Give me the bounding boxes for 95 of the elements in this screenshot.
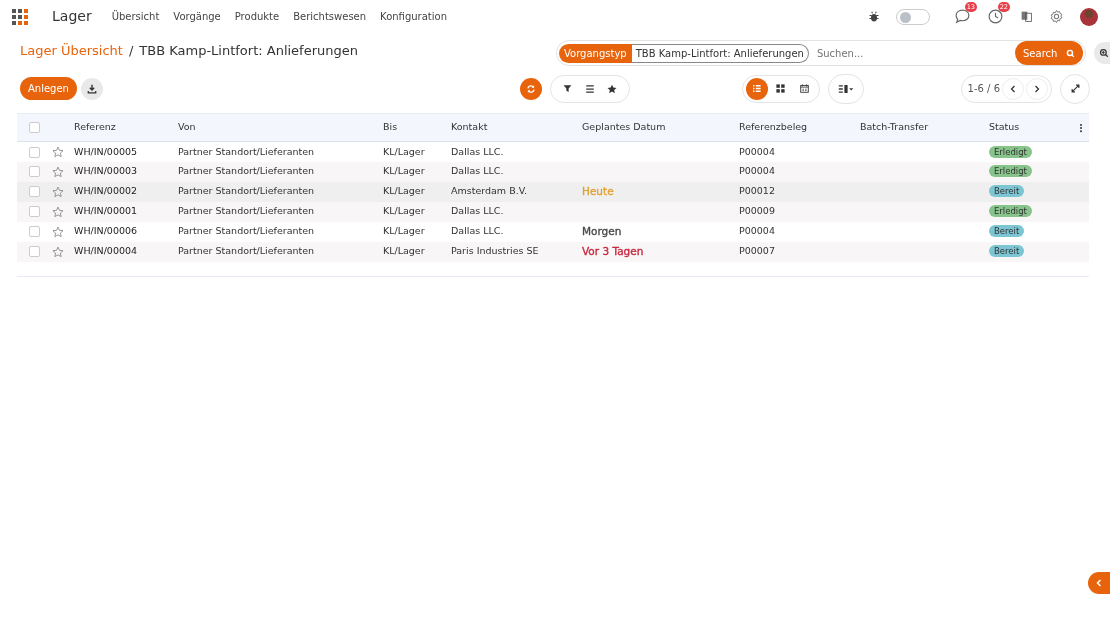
status-badge: Erledigt (989, 205, 1032, 218)
table-cell: P00009 (739, 205, 775, 217)
lines-icon (584, 83, 595, 94)
menu-item[interactable]: Konfiguration (380, 9, 447, 24)
column-header[interactable]: Kontakt (451, 121, 488, 133)
column-header[interactable]: Bis (383, 121, 398, 133)
table-cell: Dallas LLC. (451, 205, 504, 217)
star-icon[interactable] (52, 165, 64, 178)
table-cell: Partner Standort/Lieferanten (178, 245, 315, 257)
status-badge: Bereit (989, 225, 1025, 238)
breadcrumb-separator: / (128, 42, 134, 60)
table-cell: KL/Lager (383, 205, 425, 217)
menu-item[interactable]: Vorgänge (173, 9, 221, 24)
table-cell: P00007 (739, 245, 775, 257)
row-checkbox[interactable] (29, 226, 40, 238)
chat-icon (954, 8, 971, 25)
table-cell: KL/Lager (383, 145, 425, 157)
table-cell: P00004 (739, 225, 775, 237)
download-button[interactable] (80, 77, 103, 100)
row-checkbox[interactable] (29, 206, 40, 218)
row-checkbox[interactable] (29, 146, 40, 158)
table-cell: Dallas LLC. (451, 145, 504, 157)
table-cell: KL/Lager (383, 225, 425, 237)
chevron-left-icon (1009, 84, 1017, 93)
table-cell: Dallas LLC. (451, 165, 504, 177)
refresh-icon (525, 83, 536, 94)
page-title: TBB Kamp-Lintfort: Anlieferungen (139, 42, 358, 60)
table-cell: Partner Standort/Lieferanten (178, 145, 315, 157)
menu-item[interactable]: Übersicht (111, 9, 160, 24)
grid-icon (775, 83, 787, 94)
side-panel-toggle[interactable] (1088, 572, 1110, 594)
calendar-icon (799, 83, 811, 94)
filter-icon (563, 84, 573, 93)
apps-menu-icon[interactable] (12, 8, 28, 25)
row-checkbox[interactable] (29, 166, 40, 178)
user-avatar[interactable] (1080, 7, 1098, 26)
star-icon[interactable] (52, 205, 64, 218)
column-settings-button[interactable] (827, 73, 864, 104)
list-icon (751, 83, 763, 94)
bug-icon (868, 10, 880, 23)
table-cell: KL/Lager (383, 185, 425, 197)
table-cell: Dallas LLC. (451, 225, 504, 237)
table-cell: Partner Standort/Lieferanten (178, 205, 315, 217)
table-cell: Vor 3 Tagen (582, 244, 644, 257)
table-cell: WH/IN/00006 (74, 225, 138, 237)
zoom-icon[interactable] (1094, 42, 1110, 64)
star-icon[interactable] (52, 185, 64, 198)
table-cell: P00004 (739, 145, 775, 157)
table-cell: WH/IN/00001 (74, 205, 138, 217)
chevron-left-icon (1095, 579, 1103, 587)
zoom-in-icon (1099, 48, 1109, 58)
column-header[interactable]: Von (178, 121, 196, 133)
table-cell: P00012 (739, 185, 775, 197)
download-icon (86, 83, 97, 94)
column-header[interactable]: Referenz (74, 121, 116, 133)
menu-item[interactable]: Produkte (234, 9, 280, 24)
table-cell: Amsterdam B.V. (451, 185, 527, 197)
search-icon (1066, 48, 1075, 58)
status-badge: Erledigt (989, 145, 1032, 158)
status-badge: Bereit (989, 185, 1025, 198)
expand-icon (1070, 84, 1080, 93)
table-cell: WH/IN/00003 (74, 165, 138, 177)
refresh-button[interactable] (519, 77, 542, 100)
table-cell: KL/Lager (383, 245, 425, 257)
star-icon[interactable] (52, 146, 64, 159)
table-cell: WH/IN/00004 (74, 245, 138, 257)
star-icon[interactable] (52, 225, 64, 238)
columns-icon (837, 83, 854, 94)
column-header[interactable]: Status (989, 121, 1020, 133)
row-checkbox[interactable] (29, 186, 40, 198)
clock-icon (987, 8, 1004, 25)
pager-value: 1-6 / 6 (967, 82, 1000, 96)
settings-icon (1049, 9, 1064, 24)
table-cell: WH/IN/00002 (74, 185, 138, 197)
table-cell: P00004 (739, 165, 775, 177)
more-options-icon[interactable] (1079, 122, 1083, 133)
status-badge: Erledigt (989, 165, 1032, 178)
table-cell: Partner Standort/Lieferanten (178, 185, 315, 197)
facet-label: Vorgangstyp (559, 43, 632, 63)
expand-button[interactable] (1060, 73, 1090, 104)
menu-item[interactable]: Berichtswesen (293, 9, 367, 24)
table-cell: Heute (582, 184, 614, 197)
app-title: Lager (52, 7, 92, 26)
table-cell: Morgen (582, 224, 622, 237)
table-cell: Paris Industries SE (451, 245, 539, 257)
select-all-checkbox[interactable] (29, 122, 40, 134)
table-cell: Partner Standort/Lieferanten (178, 225, 315, 237)
table-cell: KL/Lager (383, 165, 425, 177)
star-icon (606, 83, 617, 94)
table-cell: WH/IN/00005 (74, 145, 138, 157)
chevron-right-icon (1033, 84, 1041, 93)
table-cell: Partner Standort/Lieferanten (178, 165, 315, 177)
star-icon[interactable] (52, 245, 64, 258)
status-badge: Bereit (989, 245, 1025, 258)
row-checkbox[interactable] (29, 246, 40, 258)
